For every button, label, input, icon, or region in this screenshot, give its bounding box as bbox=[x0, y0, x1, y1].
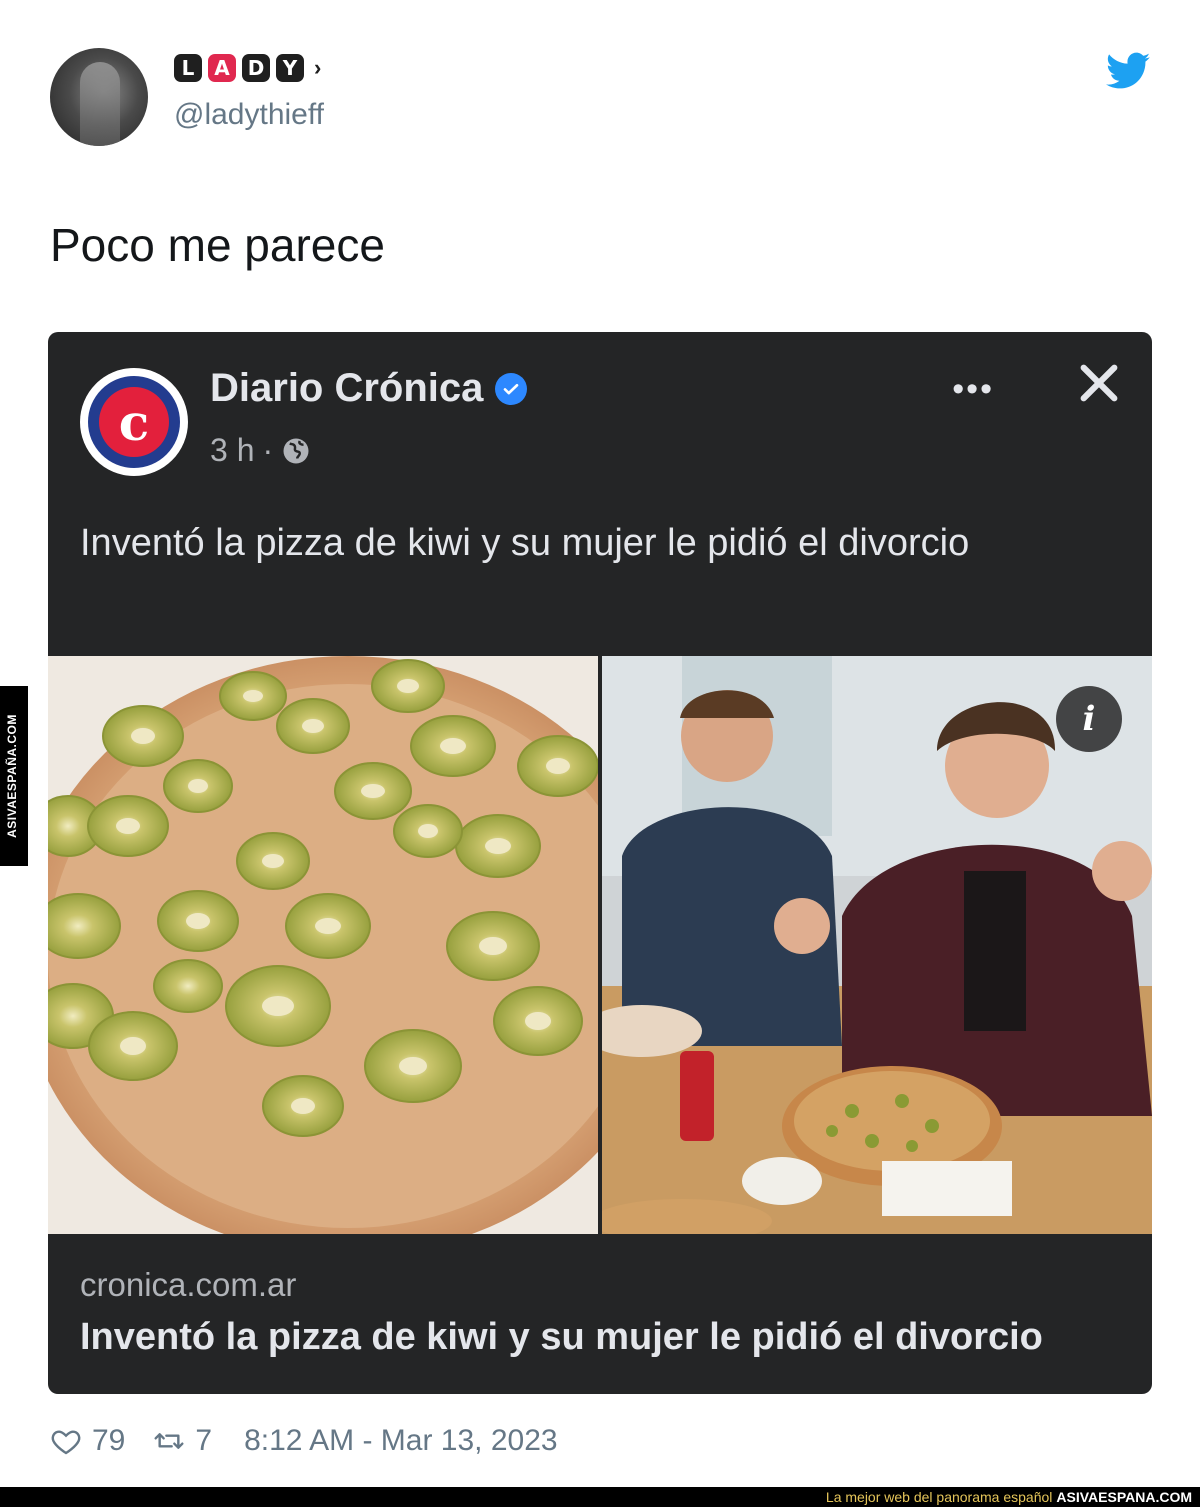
tweet-timestamp[interactable]: 8:12 AM - Mar 13, 2023 bbox=[244, 1424, 558, 1458]
chevron-right-icon: › bbox=[314, 55, 322, 80]
verified-badge-icon bbox=[495, 372, 528, 405]
post-text: Inventó la pizza de kiwi y su mujer le p… bbox=[80, 522, 970, 564]
meta-separator: · bbox=[262, 432, 274, 468]
tweet-header: L A D Y › @ladythieff bbox=[50, 48, 1150, 158]
retweet-icon[interactable] bbox=[153, 1425, 185, 1457]
heart-icon[interactable] bbox=[50, 1425, 82, 1457]
twitter-bird-icon[interactable] bbox=[1106, 52, 1150, 90]
display-name-letter: L bbox=[174, 54, 202, 82]
two-men-with-pizza-photo[interactable]: i bbox=[602, 656, 1152, 1234]
display-name-letter: Y bbox=[276, 54, 304, 82]
watermark-brand[interactable]: ASIVAESPANA.COM bbox=[1056, 1489, 1192, 1505]
link-title[interactable]: Inventó la pizza de kiwi y su mujer le p… bbox=[80, 1316, 1043, 1359]
logo-letter: c bbox=[99, 387, 169, 457]
display-name-letter: A bbox=[208, 54, 236, 82]
more-options-icon[interactable]: ••• bbox=[952, 370, 994, 409]
watermark-tagline: La mejor web del panorama español bbox=[825, 1489, 1053, 1505]
page-name[interactable]: Diario Crónica bbox=[210, 366, 528, 411]
post-photos[interactable]: i bbox=[48, 656, 1152, 1234]
post-time[interactable]: 3 h bbox=[210, 432, 254, 469]
post-meta: 3 h · bbox=[210, 432, 311, 469]
kiwi-pizza-photo[interactable] bbox=[48, 656, 598, 1234]
tweet-text: Poco me parece bbox=[50, 219, 385, 271]
globe-icon bbox=[283, 438, 309, 463]
close-icon[interactable] bbox=[1076, 360, 1122, 406]
user-handle[interactable]: @ladythieff bbox=[174, 98, 324, 132]
avatar[interactable] bbox=[50, 48, 148, 146]
info-icon[interactable]: i bbox=[1056, 686, 1122, 752]
side-watermark: ASIVAESPAÑA.COM bbox=[0, 686, 28, 866]
embedded-post-card: c Diario Crónica 3 h · ••• Inventó la pi… bbox=[48, 332, 1152, 1394]
page-name-text: Diario Crónica bbox=[210, 366, 484, 410]
link-domain[interactable]: cronica.com.ar bbox=[80, 1266, 296, 1304]
tweet-footer: 79 7 8:12 AM - Mar 13, 2023 bbox=[50, 1424, 558, 1458]
page-logo[interactable]: c bbox=[80, 368, 188, 476]
display-name-letter: D bbox=[242, 54, 270, 82]
like-count: 79 bbox=[92, 1424, 126, 1457]
retweet-count: 7 bbox=[195, 1424, 213, 1457]
display-name[interactable]: L A D Y › bbox=[174, 54, 321, 82]
watermark-bar: La mejor web del panorama español ASIVAE… bbox=[0, 1487, 1200, 1507]
